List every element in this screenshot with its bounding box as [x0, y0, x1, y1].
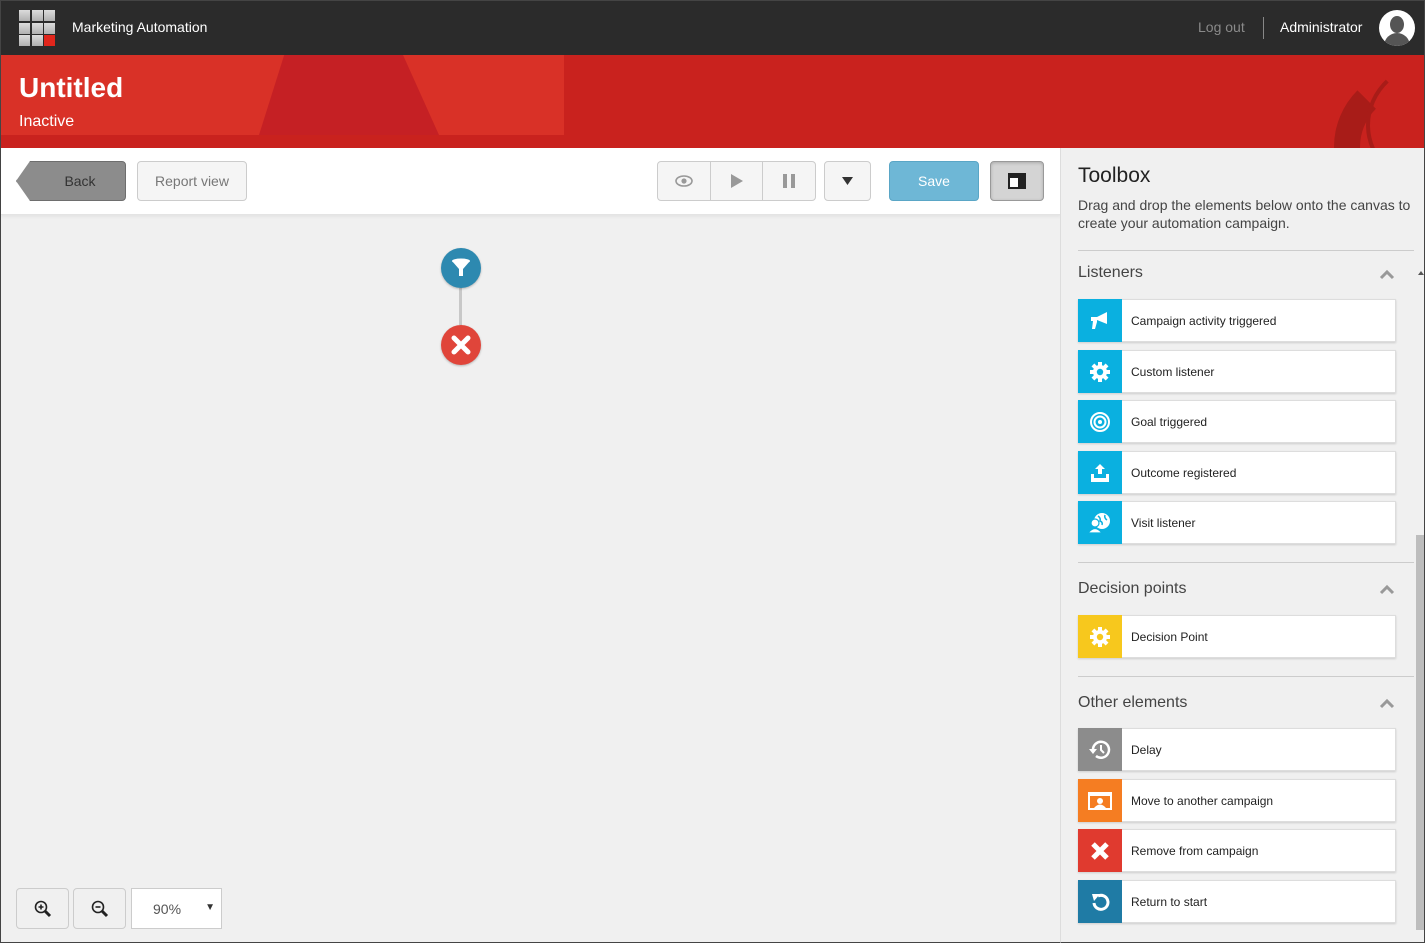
toolbox-item-visit-listener[interactable]: Visit listener [1078, 501, 1396, 544]
header-arc-decoration [1366, 60, 1424, 148]
target-icon [1090, 411, 1110, 432]
item-label: Custom listener [1131, 364, 1215, 379]
toolbox-item-outcome-registered[interactable]: Outcome registered [1078, 451, 1396, 494]
logout-link[interactable]: Log out [1198, 19, 1245, 35]
preview-button[interactable] [658, 162, 711, 200]
chevron-up-icon[interactable] [1379, 267, 1395, 283]
start-button[interactable] [711, 162, 764, 200]
pause-icon [783, 174, 796, 188]
canvas-toolbar: Back Report view Save [1, 148, 1061, 215]
item-label: Decision Point [1131, 629, 1208, 644]
toolbox-item-remove-from-campaign[interactable]: Remove from campaign [1078, 829, 1396, 872]
megaphone-icon [1091, 311, 1107, 329]
item-label: Return to start [1131, 894, 1208, 909]
eye-icon [675, 175, 693, 187]
scroll-up-arrow-icon[interactable] [1418, 271, 1424, 275]
toolbox-item-delay[interactable]: Delay [1078, 728, 1396, 771]
chevron-up-icon[interactable] [1379, 696, 1395, 712]
section-title-listeners: Listeners [1078, 264, 1143, 281]
gear-icon [1090, 361, 1110, 382]
header-decoration [1, 135, 1424, 148]
item-label: Goal triggered [1131, 414, 1208, 429]
divider [1263, 17, 1264, 39]
funnel-icon [452, 258, 470, 276]
divider [1078, 676, 1414, 677]
campaign-controls [657, 161, 816, 201]
globe-user-icon [1088, 512, 1110, 534]
toggle-toolbox-button[interactable] [990, 161, 1044, 201]
avatar-head-icon [1390, 16, 1404, 33]
toolbox-item-return-to-start[interactable]: Return to start [1078, 880, 1396, 923]
user-window-icon [1088, 791, 1112, 810]
toolbox-item-decision-point[interactable]: Decision Point [1078, 615, 1396, 658]
divider [1078, 250, 1414, 251]
item-label: Move to another campaign [1131, 793, 1274, 808]
history-icon [1089, 740, 1111, 759]
avatar-body-icon [1384, 33, 1410, 46]
report-view-button[interactable]: Report view [137, 161, 247, 201]
page-header: Untitled Inactive [0, 55, 1425, 148]
divider [1078, 562, 1414, 563]
more-actions-dropdown[interactable] [824, 161, 871, 201]
section-title-other-elements: Other elements [1078, 694, 1188, 711]
app-launcher-icon[interactable] [19, 10, 55, 46]
zoom-level-select[interactable]: 90% ▼ [131, 888, 222, 929]
toolbox-item-custom-listener[interactable]: Custom listener [1078, 350, 1396, 393]
play-icon [730, 174, 743, 188]
item-label: Delay [1131, 742, 1162, 757]
flow-connector [459, 288, 462, 325]
end-node[interactable] [441, 325, 481, 365]
gear-icon [1090, 626, 1110, 647]
toolbox-item-campaign-activity-triggered[interactable]: Campaign activity triggered [1078, 299, 1396, 342]
caret-down-icon: ▼ [205, 902, 215, 913]
campaign-status: Inactive [19, 113, 75, 130]
toolbox-item-move-to-another-campaign[interactable]: Move to another campaign [1078, 779, 1396, 822]
toolbox-scrollbar-thumb[interactable] [1416, 535, 1424, 930]
upload-tray-icon [1091, 463, 1109, 482]
avatar[interactable] [1379, 10, 1415, 46]
panel-layout-icon [1008, 173, 1026, 189]
zoom-out-icon [91, 900, 108, 917]
chevron-up-icon[interactable] [1379, 582, 1395, 598]
item-label: Remove from campaign [1131, 843, 1259, 858]
item-label: Campaign activity triggered [1131, 313, 1277, 328]
close-icon [1091, 841, 1109, 860]
toolbox-description: Drag and drop the elements below onto th… [1078, 197, 1411, 231]
toolbox-item-goal-triggered[interactable]: Goal triggered [1078, 400, 1396, 443]
top-navigation-bar: Marketing Automation Log out Administrat… [0, 0, 1425, 55]
start-node[interactable] [441, 248, 481, 288]
zoom-in-icon [34, 900, 51, 917]
app-title: Marketing Automation [72, 19, 208, 35]
rotate-left-icon [1092, 893, 1110, 911]
campaign-canvas[interactable]: Back Report view Save 90% ▼ [0, 148, 1061, 943]
section-title-decision-points: Decision points [1078, 580, 1187, 597]
toolbox-panel: Toolbox Drag and drop the elements below… [1060, 148, 1425, 943]
pause-button[interactable] [763, 162, 815, 200]
item-label: Visit listener [1131, 515, 1196, 530]
zoom-level-value: 90% [153, 900, 182, 917]
close-icon [451, 335, 471, 355]
toolbox-title: Toolbox [1078, 164, 1151, 187]
caret-down-icon [842, 177, 853, 185]
item-label: Outcome registered [1131, 465, 1237, 480]
zoom-out-button[interactable] [73, 888, 126, 929]
back-button[interactable]: Back [16, 161, 126, 201]
save-button[interactable]: Save [889, 161, 979, 201]
username[interactable]: Administrator [1280, 19, 1362, 35]
zoom-in-button[interactable] [16, 888, 69, 929]
page-title: Untitled [19, 72, 124, 103]
